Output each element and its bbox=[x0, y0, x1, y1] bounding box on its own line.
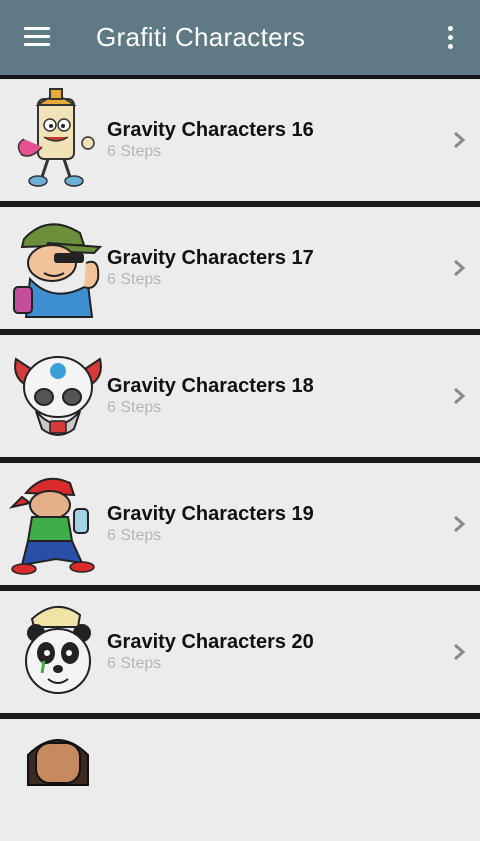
item-subtitle: 6 Steps bbox=[107, 271, 162, 288]
chevron-right-icon bbox=[454, 387, 466, 405]
red-cap-boy-character-image bbox=[8, 477, 95, 575]
item-title: Gravity Characters 19 bbox=[107, 503, 314, 525]
app-bar: Grafiti Characters bbox=[0, 0, 480, 75]
list-item[interactable] bbox=[0, 719, 480, 841]
item-title: Gravity Characters 17 bbox=[107, 247, 314, 269]
chevron-right-icon bbox=[454, 259, 466, 277]
item-title: Gravity Characters 16 bbox=[107, 119, 314, 141]
list-item[interactable]: Gravity Characters 20 6 Steps bbox=[0, 591, 480, 713]
list-item[interactable]: Gravity Characters 19 6 Steps bbox=[0, 463, 480, 585]
item-title: Gravity Characters 18 bbox=[107, 375, 314, 397]
chevron-right-icon bbox=[454, 515, 466, 533]
app-title: Grafiti Characters bbox=[96, 22, 306, 52]
item-subtitle: 6 Steps bbox=[107, 143, 162, 160]
item-title: Gravity Characters 20 bbox=[107, 631, 314, 653]
cap-boy-character-image bbox=[13, 223, 103, 318]
skull-gasmask-character-image bbox=[14, 356, 102, 436]
item-subtitle: 6 Steps bbox=[107, 655, 162, 672]
panda-character-image bbox=[25, 606, 91, 694]
chevron-right-icon bbox=[454, 643, 466, 661]
head-character-image bbox=[27, 739, 89, 786]
list-item[interactable]: Gravity Characters 16 6 Steps bbox=[0, 79, 480, 201]
item-subtitle: 6 Steps bbox=[107, 399, 162, 416]
more-vert-icon[interactable] bbox=[444, 26, 456, 50]
spray-can-character-image bbox=[17, 88, 95, 187]
list-item[interactable]: Gravity Characters 17 6 Steps bbox=[0, 207, 480, 329]
list-item[interactable]: Gravity Characters 18 6 Steps bbox=[0, 335, 480, 457]
item-subtitle: 6 Steps bbox=[107, 527, 162, 544]
hamburger-menu-icon[interactable] bbox=[24, 27, 50, 47]
chevron-right-icon bbox=[454, 131, 466, 149]
